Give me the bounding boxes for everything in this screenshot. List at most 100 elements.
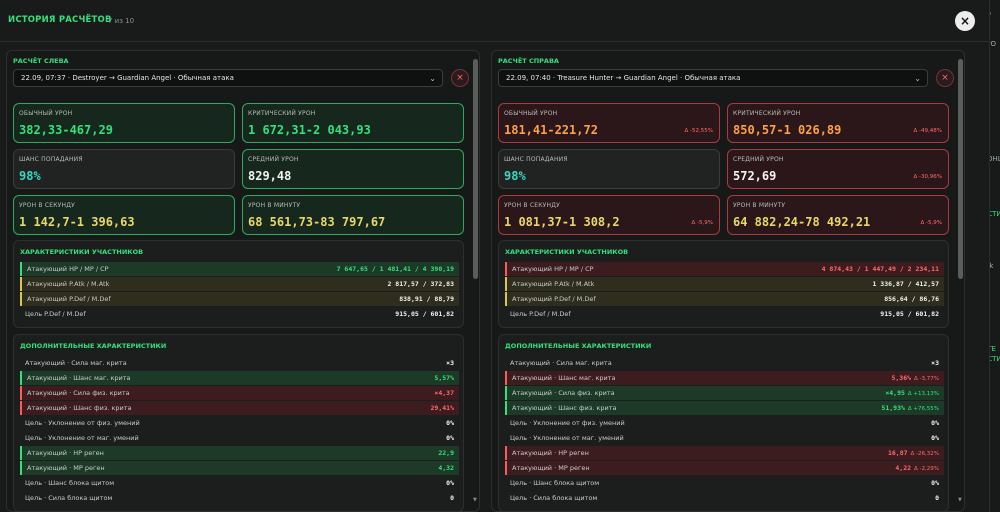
stat-label: КРИТИЧЕСКИЙ УРОН	[733, 110, 801, 117]
modal-header: ИСТОРИЯ РАСЧЁТОВ 7 из 10 ×	[0, 0, 990, 42]
section-title: ДОПОЛНИТЕЛЬНЫЕ ХАРАКТЕРИСТИКИ	[20, 342, 167, 350]
stat-value: 382,33-467,29	[19, 123, 113, 137]
remove-button[interactable]: ×	[451, 69, 469, 87]
stat-card: УРОН В МИНУТУ 64 882,24-78 492,21 Δ -5,9%	[727, 195, 949, 235]
stat-label: СРЕДНИЙ УРОН	[733, 156, 784, 163]
table-row: Атакующий · Шанс физ. крита 51,93% Δ +76,5…	[505, 401, 944, 415]
stat-label: СРЕДНИЙ УРОН	[248, 156, 299, 163]
table-row: Цель P.Def / M.Def 915,05 / 601,82	[25, 310, 454, 318]
table-row: Цель · Шанс блока щитом 0%	[25, 479, 454, 487]
table-row: Атакующий · Сила физ. крита ×4,37	[20, 386, 459, 400]
close-icon: ×	[941, 73, 949, 83]
stat-value: 64 882,24-78 492,21	[733, 215, 871, 229]
participants-section: ХАРАКТЕРИСТИКИ УЧАСТНИКОВ Атакующий HP /…	[13, 240, 464, 328]
panel-label: РАСЧЁТ СПРАВА	[498, 57, 559, 65]
close-icon: ×	[456, 73, 464, 83]
table-row: Атакующий · MP реген 4,22 Δ -2,29%	[505, 461, 944, 475]
chevron-down-icon: ⌄	[429, 74, 436, 83]
stat-card: ОБЫЧНЫЙ УРОН 181,41-221,72 Δ -52,55%	[498, 103, 720, 143]
stat-label: УРОН В МИНУТУ	[733, 202, 786, 209]
calc-select[interactable]: 22.09, 07:37 · Destroyer → Guardian Ange…	[13, 69, 443, 87]
stat-card: КРИТИЧЕСКИЙ УРОН 850,57-1 026,89 Δ -49,48%	[727, 103, 949, 143]
delta-badge: Δ -52,55%	[684, 128, 713, 134]
table-row: Атакующий · MP реген 4,32	[20, 461, 459, 475]
calc-select[interactable]: 22.09, 07:40 · Treasure Hunter → Guardia…	[498, 69, 928, 87]
stat-card: СРЕДНИЙ УРОН 829,48	[242, 149, 464, 189]
delta-badge: Δ -49,48%	[913, 128, 942, 134]
stat-value: 829,48	[248, 169, 292, 183]
stat-value: 68 561,73-83 797,67	[248, 215, 386, 229]
participants-section: ХАРАКТЕРИСТИКИ УЧАСТНИКОВ Атакующий HP /…	[498, 240, 949, 328]
select-value: 22.09, 07:37 · Destroyer → Guardian Ange…	[21, 74, 234, 82]
stat-card: УРОН В СЕКУНДУ 1 142,7-1 396,63	[13, 195, 235, 235]
scrollbar-thumb[interactable]	[958, 59, 963, 279]
modal-title: ИСТОРИЯ РАСЧЁТОВ	[8, 15, 112, 25]
table-row: Цель · Уклонение от маг. умений 0%	[510, 434, 939, 442]
table-row: Атакующий P.Def / M.Def 856,64 / 86,76	[505, 292, 944, 306]
close-button[interactable]: ×	[955, 11, 975, 31]
close-icon: ×	[959, 14, 971, 28]
stat-card: УРОН В СЕКУНДУ 1 081,37-1 308,2 Δ -5,9%	[498, 195, 720, 235]
delta-badge: Δ -5,9%	[920, 220, 942, 226]
table-row: Атакующий · Шанс маг. крита 5,57%	[20, 371, 459, 385]
stat-label: УРОН В МИНУТУ	[248, 202, 301, 209]
stat-label: ШАНС ПОПАДАНИЯ	[504, 156, 568, 163]
scroll-down-icon[interactable]: ▼	[958, 497, 962, 503]
stat-value: 572,69	[733, 169, 777, 183]
table-row: Атакующий · HP реген 22,9	[20, 446, 459, 460]
extra-section: ДОПОЛНИТЕЛЬНЫЕ ХАРАКТЕРИСТИКИ Атакующий …	[498, 334, 949, 511]
chevron-down-icon: ⌄	[914, 74, 921, 83]
stat-label: УРОН В СЕКУНДУ	[504, 202, 560, 209]
stat-value: 98%	[19, 169, 41, 183]
table-row: Цель · Сила блока щитом 0	[510, 494, 939, 502]
stat-value: 181,41-221,72	[504, 123, 598, 137]
delta-badge: Δ -30,96%	[913, 174, 942, 180]
stat-value: 1 142,7-1 396,63	[19, 215, 135, 229]
table-row: Атакующий · Сила маг. крита ×3	[510, 359, 939, 367]
table-row: Атакующий · Шанс маг. крита 5,36% Δ -3,77%	[505, 371, 944, 385]
table-row: Атакующий P.Def / M.Def 838,91 / 88,79	[20, 292, 459, 306]
table-row: Атакующий HP / MP / CP 7 647,65 / 1 481,4…	[20, 262, 459, 276]
stat-card: ШАНС ПОПАДАНИЯ 98%	[13, 149, 235, 189]
section-title: ХАРАКТЕРИСТИКИ УЧАСТНИКОВ	[505, 248, 629, 256]
table-row: Цель · Шанс блока щитом 0%	[510, 479, 939, 487]
delta-badge: Δ -5,9%	[691, 220, 713, 226]
table-row: Цель · Уклонение от физ. умений 0%	[25, 419, 454, 427]
section-title: ДОПОЛНИТЕЛЬНЫЕ ХАРАКТЕРИСТИКИ	[505, 342, 652, 350]
stat-card: СРЕДНИЙ УРОН 572,69 Δ -30,96%	[727, 149, 949, 189]
history-counter: 7 из 10	[108, 17, 135, 25]
panel-label: РАСЧЁТ СЛЕВА	[13, 57, 69, 65]
extra-section: ДОПОЛНИТЕЛЬНЫЕ ХАРАКТЕРИСТИКИ Атакующий …	[13, 334, 464, 511]
table-row: Атакующий · Сила физ. крита ×4,95 Δ +13,13…	[505, 386, 944, 400]
stat-value: 850,57-1 026,89	[733, 123, 842, 137]
stat-card: ШАНС ПОПАДАНИЯ 98%	[498, 149, 720, 189]
stat-label: ОБЫЧНЫЙ УРОН	[19, 110, 73, 117]
stat-card: ОБЫЧНЫЙ УРОН 382,33-467,29	[13, 103, 235, 143]
table-row: Цель P.Def / M.Def 915,05 / 601,82	[510, 310, 939, 318]
stat-card: КРИТИЧЕСКИЙ УРОН 1 672,31-2 043,93	[242, 103, 464, 143]
stat-label: КРИТИЧЕСКИЙ УРОН	[248, 110, 316, 117]
stat-value: 98%	[504, 169, 526, 183]
table-row: Атакующий P.Atk / M.Atk 1 336,87 / 412,57	[505, 277, 944, 291]
stat-label: ОБЫЧНЫЙ УРОН	[504, 110, 558, 117]
remove-button[interactable]: ×	[936, 69, 954, 87]
stat-card: УРОН В МИНУТУ 68 561,73-83 797,67	[242, 195, 464, 235]
table-row: Цель · Уклонение от физ. умений 0%	[510, 419, 939, 427]
table-row: Атакующий HP / MP / CP 4 874,43 / 1 447,4…	[505, 262, 944, 276]
table-row: Атакующий P.Atk / M.Atk 2 817,57 / 372,83	[20, 277, 459, 291]
table-row: Атакующий · Сила маг. крита ×3	[25, 359, 454, 367]
table-row: Цель · Сила блока щитом 0	[25, 494, 454, 502]
right-calc-panel: РАСЧЁТ СПРАВА 22.09, 07:40 · Treasure Hu…	[491, 50, 965, 512]
table-row: Цель · Уклонение от маг. умений 0%	[25, 434, 454, 442]
history-modal: ИСТОРИЯ РАСЧЁТОВ 7 из 10 × РАСЧЁТ СЛЕВА …	[0, 0, 990, 512]
select-value: 22.09, 07:40 · Treasure Hunter → Guardia…	[506, 74, 741, 82]
section-title: ХАРАКТЕРИСТИКИ УЧАСТНИКОВ	[20, 248, 144, 256]
stat-label: УРОН В СЕКУНДУ	[19, 202, 75, 209]
scrollbar-thumb[interactable]	[473, 59, 478, 279]
stat-label: ШАНС ПОПАДАНИЯ	[19, 156, 83, 163]
table-row: Атакующий · HP реген 16,87 Δ -26,32%	[505, 446, 944, 460]
left-calc-panel: РАСЧЁТ СЛЕВА 22.09, 07:37 · Destroyer → …	[6, 50, 480, 512]
table-row: Атакующий · Шанс физ. крита 29,41%	[20, 401, 459, 415]
scroll-down-icon[interactable]: ▼	[473, 497, 477, 503]
stat-value: 1 672,31-2 043,93	[248, 123, 371, 137]
